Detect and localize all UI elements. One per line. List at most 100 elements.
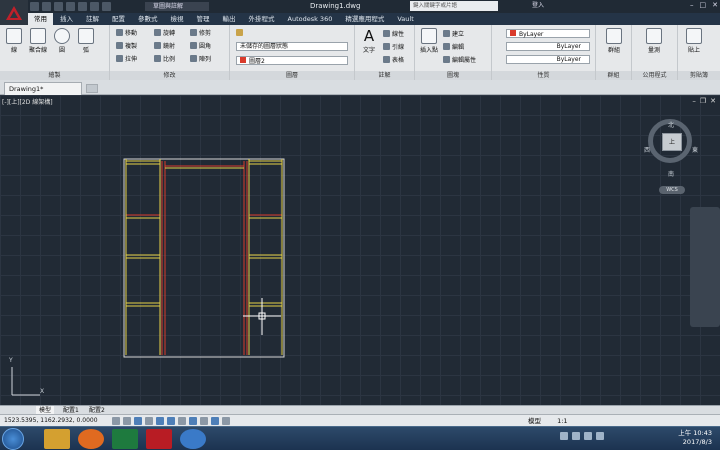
dynamic-input-icon[interactable] <box>211 417 219 425</box>
viewcube-face[interactable]: 上 <box>662 133 682 151</box>
viewcube-south[interactable]: 南 <box>668 169 674 178</box>
tab-insert[interactable]: 插入 <box>54 13 79 25</box>
arc-tool[interactable]: 弧 <box>74 28 98 54</box>
move-tool[interactable]: 移動 <box>116 28 137 37</box>
close-icon[interactable]: ✕ <box>712 1 718 9</box>
table-tool[interactable]: 表格 <box>383 55 404 64</box>
leader-tool[interactable]: 引線 <box>383 42 404 51</box>
save-as-icon[interactable] <box>66 2 75 11</box>
viewcube-east[interactable]: 東 <box>692 145 698 154</box>
insert-block-tool[interactable]: 插入點 <box>417 28 441 54</box>
file-explorer-taskbar-icon[interactable] <box>44 429 70 449</box>
utilities-panel-label[interactable]: 公用程式 <box>632 71 677 80</box>
open-file-icon[interactable] <box>42 2 51 11</box>
object-snap-icon[interactable] <box>167 417 175 425</box>
trim-tool[interactable]: 修剪 <box>190 28 211 37</box>
text-tool[interactable]: A 文字 <box>357 28 381 54</box>
infer-constraints-icon[interactable] <box>112 417 120 425</box>
lineweight-icon[interactable] <box>222 417 230 425</box>
tab-home[interactable]: 常用 <box>28 13 53 25</box>
fillet-tool[interactable]: 圓角 <box>190 41 211 50</box>
plot-icon[interactable] <box>78 2 87 11</box>
save-icon[interactable] <box>54 2 63 11</box>
object-snap-tracking-icon[interactable] <box>189 417 197 425</box>
3d-osnap-icon[interactable] <box>178 417 186 425</box>
draw-panel-label[interactable]: 繪製 <box>0 71 109 80</box>
linetype-dropdown[interactable]: ByLayer <box>506 42 590 51</box>
coordinates-readout[interactable]: 1523.5395, 1162.2932, 0.0000 <box>4 416 98 426</box>
internet-explorer-taskbar-icon[interactable] <box>180 429 206 449</box>
color-dropdown[interactable]: ByLayer <box>506 29 590 38</box>
paste-tool[interactable]: 貼上 <box>682 28 706 54</box>
layers-panel-label[interactable]: 圖層 <box>230 71 354 80</box>
tab-manage[interactable]: 管理 <box>191 13 216 25</box>
application-menu-button[interactable] <box>0 0 28 25</box>
tab-view[interactable]: 檢視 <box>165 13 190 25</box>
viewcube-north[interactable]: 北 <box>668 120 674 129</box>
mirror-tool[interactable]: 鏡射 <box>154 41 175 50</box>
tray-volume-icon[interactable] <box>572 432 580 440</box>
minimize-icon[interactable]: – <box>690 1 694 9</box>
edit-block-tool[interactable]: 編輯 <box>443 42 464 51</box>
linear-dimension-tool[interactable]: 線性 <box>383 29 404 38</box>
snap-mode-icon[interactable] <box>123 417 131 425</box>
undo-icon[interactable] <box>90 2 99 11</box>
viewcube-west[interactable]: 西 <box>644 145 650 154</box>
layer-properties-tool[interactable] <box>236 29 243 36</box>
tray-ime-icon[interactable] <box>584 432 592 440</box>
layer-state-dropdown[interactable]: 未儲存的圖層狀態 <box>236 42 348 51</box>
tab-annotate[interactable]: 註解 <box>80 13 105 25</box>
autocad-taskbar-icon[interactable] <box>146 429 172 449</box>
tab-autodesk360[interactable]: Autodesk 360 <box>282 13 339 25</box>
maximize-icon[interactable]: □ <box>700 1 707 9</box>
model-space-button[interactable]: 模型 <box>528 417 541 425</box>
grid-display-icon[interactable] <box>134 417 142 425</box>
tab-featured-apps[interactable]: 精選應用程式 <box>339 13 390 25</box>
modify-panel-label[interactable]: 修改 <box>110 71 229 80</box>
clipboard-panel-label[interactable]: 剪貼簿 <box>678 71 720 80</box>
block-panel-label[interactable]: 圖塊 <box>415 71 491 80</box>
group-tool[interactable]: 群組 <box>602 28 626 54</box>
line-tool[interactable]: 線 <box>2 28 26 54</box>
drawing-canvas[interactable]: [-][上][2D 線架構] – ❐ ✕ Y X 上 北 南 東 西 WCS <box>0 95 720 405</box>
workspace-dropdown[interactable]: 草圖與註解 <box>145 2 209 11</box>
excel-taskbar-icon[interactable] <box>112 429 138 449</box>
measure-tool[interactable]: 量測 <box>642 28 666 54</box>
tray-network-icon[interactable] <box>560 432 568 440</box>
navigation-bar[interactable] <box>690 207 720 327</box>
rotate-tool[interactable]: 旋轉 <box>154 28 175 37</box>
tray-flag-icon[interactable] <box>596 432 604 440</box>
lineweight-dropdown[interactable]: ByLayer <box>506 55 590 64</box>
groups-panel-label[interactable]: 群組 <box>596 71 631 80</box>
properties-panel-label[interactable]: 性質 <box>492 71 595 80</box>
create-block-tool[interactable]: 建立 <box>443 29 464 38</box>
tab-layout[interactable]: 配置 <box>106 13 131 25</box>
redo-icon[interactable] <box>102 2 111 11</box>
dynamic-ucs-icon[interactable] <box>200 417 208 425</box>
circle-tool[interactable]: 圓 <box>50 28 74 54</box>
annotation-panel-label[interactable]: 註解 <box>355 71 414 80</box>
scale-tool[interactable]: 比例 <box>154 54 175 63</box>
taskbar-clock[interactable]: 上午 10:43 2017/8/3 <box>678 429 712 447</box>
search-input[interactable]: 鍵入關鍵字或片語 <box>410 1 498 11</box>
drawing-tab[interactable]: Drawing1* <box>4 82 82 95</box>
edit-attributes-tool[interactable]: 編輯屬性 <box>443 55 476 64</box>
polar-tracking-icon[interactable] <box>156 417 164 425</box>
ortho-mode-icon[interactable] <box>145 417 153 425</box>
tab-output[interactable]: 輸出 <box>217 13 242 25</box>
layer-dropdown[interactable]: 圖層2 <box>236 56 348 65</box>
annotation-scale[interactable]: 1:1 <box>557 417 567 425</box>
array-tool[interactable]: 陣列 <box>190 54 211 63</box>
tab-addins[interactable]: 外掛程式 <box>243 13 281 25</box>
new-file-icon[interactable] <box>30 2 39 11</box>
tab-parametric[interactable]: 參數式 <box>132 13 164 25</box>
firefox-taskbar-icon[interactable] <box>78 429 104 449</box>
login-button[interactable]: 登入 <box>532 1 544 11</box>
start-button[interactable] <box>2 428 24 450</box>
polyline-tool[interactable]: 聚合線 <box>26 28 50 54</box>
tab-vault[interactable]: Vault <box>391 13 419 25</box>
new-tab-button[interactable] <box>86 84 98 93</box>
wcs-menu[interactable]: WCS <box>659 186 685 194</box>
copy-tool[interactable]: 複製 <box>116 41 137 50</box>
stretch-tool[interactable]: 拉伸 <box>116 54 137 63</box>
